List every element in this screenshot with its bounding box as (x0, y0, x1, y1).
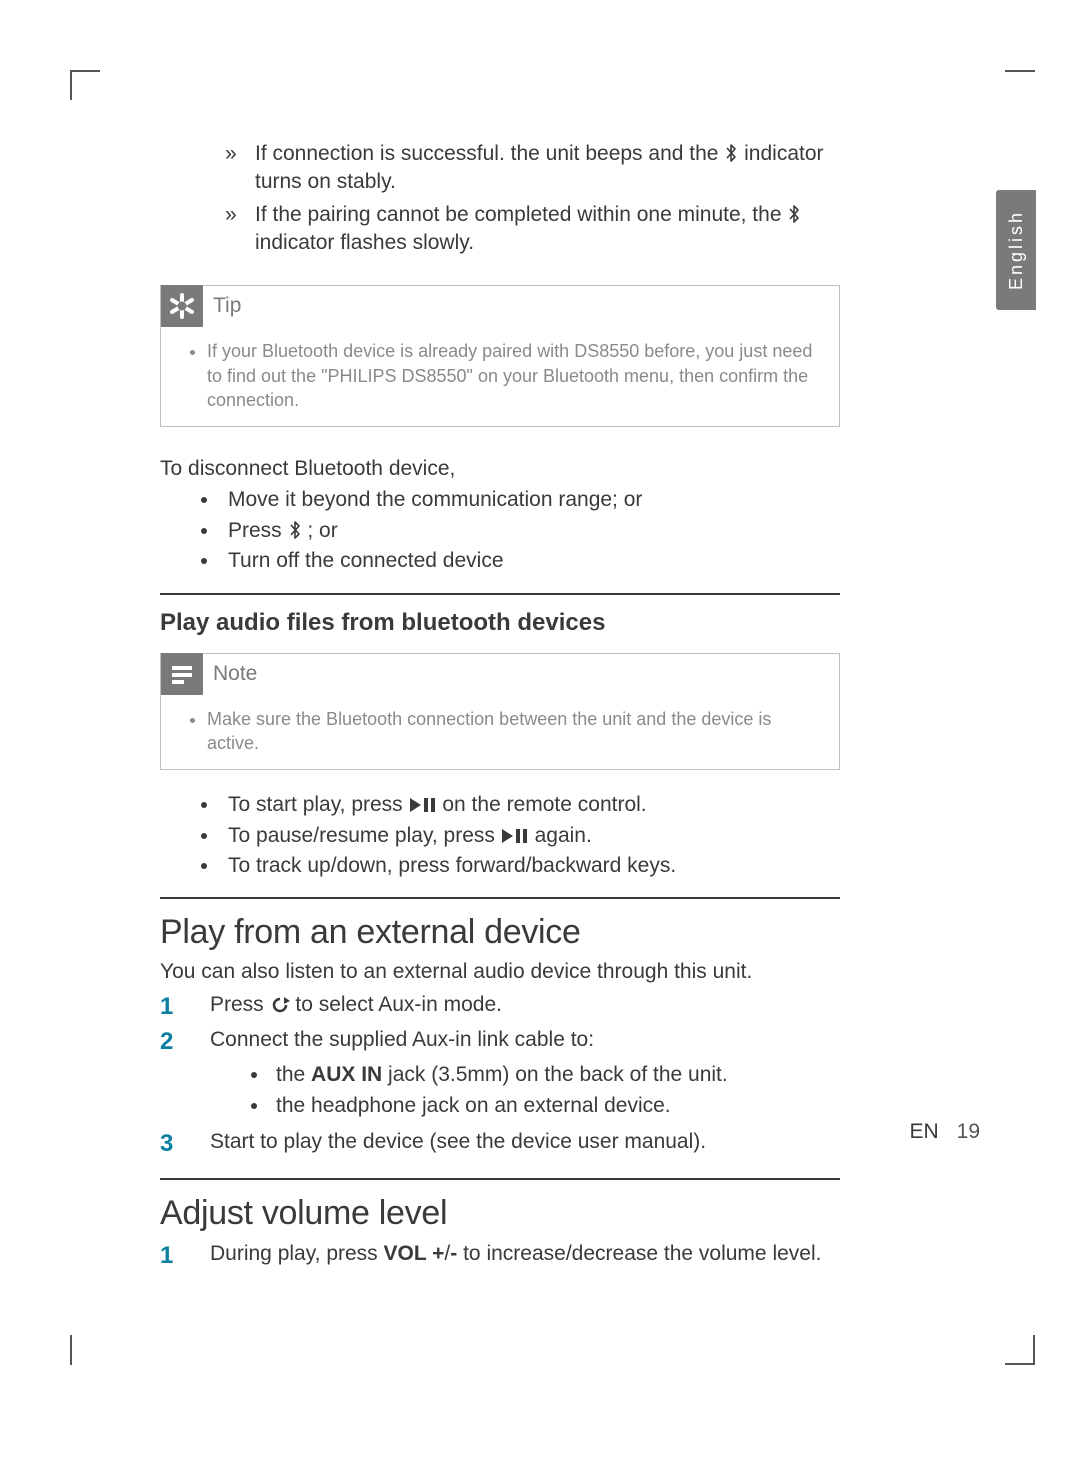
note-header: Note (161, 653, 839, 695)
step-body: Start to play the device (see the device… (210, 1127, 840, 1162)
crop-mark-tl (70, 70, 100, 100)
footer-lang: EN (909, 1120, 938, 1144)
text: again. (535, 824, 592, 847)
crop-mark-tr (1005, 70, 1035, 100)
crop-mark-br (1005, 1335, 1035, 1365)
text: Press (210, 993, 270, 1016)
tip-header: Tip (161, 285, 839, 327)
disconnect-heading: To disconnect Bluetooth device, (160, 457, 840, 481)
tip-box: Tip If your Bluetooth device is already … (160, 285, 840, 427)
text-bold: AUX IN (311, 1063, 382, 1086)
step-item: 3 Start to play the device (see the devi… (160, 1127, 840, 1162)
list-item: the AUX IN jack (3.5mm) on the back of t… (270, 1060, 840, 1090)
note-box: Note Make sure the Bluetooth connection … (160, 653, 840, 771)
bluetooth-icon (288, 521, 302, 539)
list-item: Press ; or (220, 516, 840, 546)
list-item: Turn off the connected device (220, 546, 840, 576)
text: Press (228, 519, 288, 542)
text: To pause/resume play, press (228, 824, 501, 847)
page-footer: EN 19 (909, 1120, 980, 1144)
source-icon (270, 997, 290, 1013)
external-sub: the AUX IN jack (3.5mm) on the back of t… (270, 1060, 840, 1121)
text: ; or (307, 519, 337, 542)
play-pause-icon (501, 828, 529, 844)
text: During play, press (210, 1242, 384, 1265)
note-text: Make sure the Bluetooth connection betwe… (207, 707, 819, 756)
step-body: Connect the supplied Aux-in link cable t… (210, 1025, 840, 1060)
text: on the remote control. (442, 793, 646, 816)
external-intro: You can also listen to an external audio… (160, 960, 840, 984)
text: jack (3.5mm) on the back of the unit. (382, 1063, 728, 1086)
note-title: Note (213, 662, 257, 686)
result-text: If connection is successful. the unit be… (255, 142, 724, 165)
step-item: 2 Connect the supplied Aux-in link cable… (160, 1025, 840, 1060)
volume-heading: Adjust volume level (160, 1178, 840, 1233)
text: to increase/decrease the volume level. (457, 1242, 821, 1265)
step-number: 2 (160, 1025, 210, 1060)
step-number: 3 (160, 1127, 210, 1162)
footer-page: 19 (957, 1120, 980, 1144)
note-body: Make sure the Bluetooth connection betwe… (207, 707, 819, 756)
step-item: 1 During play, press VOL +/- to increase… (160, 1239, 840, 1274)
volume-steps: 1 During play, press VOL +/- to increase… (160, 1239, 840, 1274)
text: the (276, 1063, 311, 1086)
list-item: the headphone jack on an external device… (270, 1091, 840, 1121)
list-item: Move it beyond the communication range; … (220, 485, 840, 515)
bluetooth-icon (724, 144, 738, 162)
tip-body: If your Bluetooth device is already pair… (207, 339, 819, 412)
step-number: 1 (160, 1239, 210, 1274)
text-bold: VOL + (384, 1242, 445, 1265)
text: to select Aux-in mode. (295, 993, 502, 1016)
text: To start play, press (228, 793, 409, 816)
step-item: 1 Press to select Aux-in mode. (160, 990, 840, 1025)
disconnect-list: Move it beyond the communication range; … (220, 485, 840, 576)
play-pause-icon (409, 797, 437, 813)
crop-mark-bl (70, 1335, 100, 1365)
external-steps: 1 Press to select Aux-in mode. 2 Connect… (160, 990, 840, 1060)
bluetooth-icon (787, 205, 801, 223)
result-text: If the pairing cannot be completed withi… (255, 203, 787, 226)
result-item: If connection is successful. the unit be… (225, 140, 840, 197)
external-heading: Play from an external device (160, 897, 840, 952)
tip-title: Tip (213, 294, 241, 318)
list-item: To start play, press on the remote contr… (220, 790, 840, 820)
result-item: If the pairing cannot be completed withi… (225, 201, 840, 258)
step-body: During play, press VOL +/- to increase/d… (210, 1239, 840, 1274)
list-item: To pause/resume play, press again. (220, 821, 840, 851)
page-content: If connection is successful. the unit be… (160, 140, 840, 1274)
connection-results: If connection is successful. the unit be… (225, 140, 840, 257)
external-steps-cont: 3 Start to play the device (see the devi… (160, 1127, 840, 1162)
play-bt-heading: Play audio files from bluetooth devices (160, 593, 840, 637)
step-number: 1 (160, 990, 210, 1025)
tip-text: If your Bluetooth device is already pair… (207, 339, 819, 412)
language-label: English (1006, 210, 1027, 290)
step-body: Press to select Aux-in mode. (210, 990, 840, 1025)
play-bt-list: To start play, press on the remote contr… (220, 790, 840, 881)
list-item: To track up/down, press forward/backward… (220, 851, 840, 881)
result-text: indicator flashes slowly. (255, 231, 474, 254)
note-icon (161, 653, 203, 695)
language-tab: English (996, 190, 1036, 310)
asterisk-icon (161, 285, 203, 327)
